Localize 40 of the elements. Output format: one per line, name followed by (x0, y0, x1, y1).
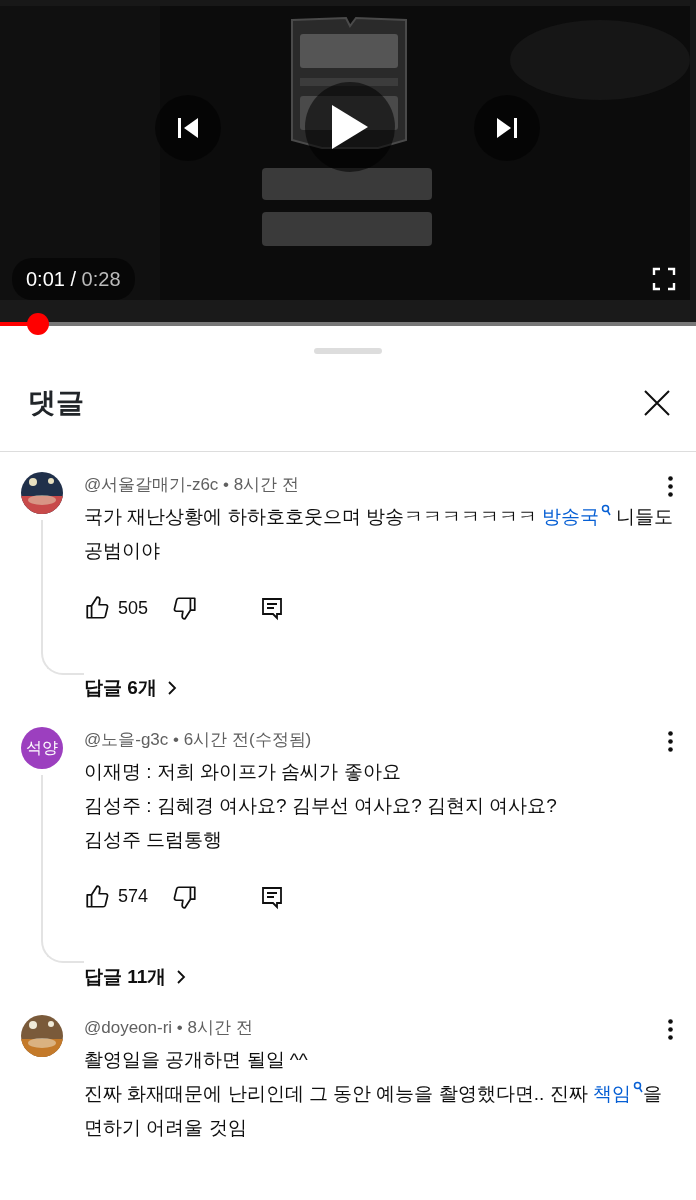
previous-icon (176, 116, 200, 140)
thumbs-up-icon (84, 595, 110, 621)
dislike-button[interactable] (172, 595, 199, 621)
search-link[interactable]: 책임 (592, 1083, 643, 1104)
comment-text: 김성주 드럼통행 (84, 827, 224, 852)
dislike-button[interactable] (172, 883, 199, 910)
chevron-right-icon (176, 968, 187, 985)
comment-meta: @서울갈매기-z6c • 8시간 전 (84, 474, 299, 496)
comment-text: 국가 재난상황에 하하호호웃으며 방송ㅋㅋㅋㅋㅋㅋㅋ 방송국 니들도 공범이야 (84, 500, 684, 568)
next-icon (495, 116, 519, 140)
progress-track[interactable] (0, 313, 696, 335)
search-link[interactable]: 방송국 (542, 506, 612, 527)
chevron-right-icon (166, 680, 177, 697)
like-button[interactable]: 574 (84, 883, 149, 910)
like-count: 505 (118, 596, 149, 620)
search-icon (601, 503, 612, 516)
comment-meta: @노을-g3c • 6시간 전(수정됨) (84, 728, 312, 751)
more-icon (667, 1019, 673, 1041)
view-replies-button[interactable]: 답글 11개 (84, 962, 187, 991)
like-button[interactable]: 505 (84, 594, 149, 622)
more-icon (667, 476, 673, 498)
avatar[interactable]: 석양 (21, 726, 63, 769)
view-replies-button[interactable]: 답글 6개 (84, 674, 177, 703)
thumbs-down-icon (172, 883, 199, 910)
drag-handle[interactable] (314, 348, 382, 354)
thumbs-up-icon (84, 883, 110, 910)
comment-icon (260, 595, 285, 621)
thumbs-down-icon (172, 595, 199, 621)
more-icon (667, 730, 673, 752)
comment-text: 진짜 화재때문에 난리인데 그 동안 예능을 촬영했다면.. 진짜 책임 을 면하기 어려울 것임 (84, 1077, 684, 1145)
sheet-title: 댓글 (28, 385, 84, 420)
comment-text: 이재명 : 저희 와이프가 솜씨가 좋아요 (84, 759, 402, 784)
comment-text: 김성주 : 김혜경 여사요? 김부선 여사요? 김현지 여사요? (84, 793, 558, 818)
reply-button[interactable] (260, 595, 285, 621)
play-icon (330, 104, 370, 150)
like-count: 574 (118, 885, 149, 908)
time-display: 0:01 / 0:28 (12, 258, 135, 300)
comment-text: 촬영일을 공개하면 될일 ^^ (84, 1048, 309, 1072)
search-icon (632, 1080, 643, 1093)
comment-meta: @doyeon-ri • 8시간 전 (84, 1017, 253, 1039)
